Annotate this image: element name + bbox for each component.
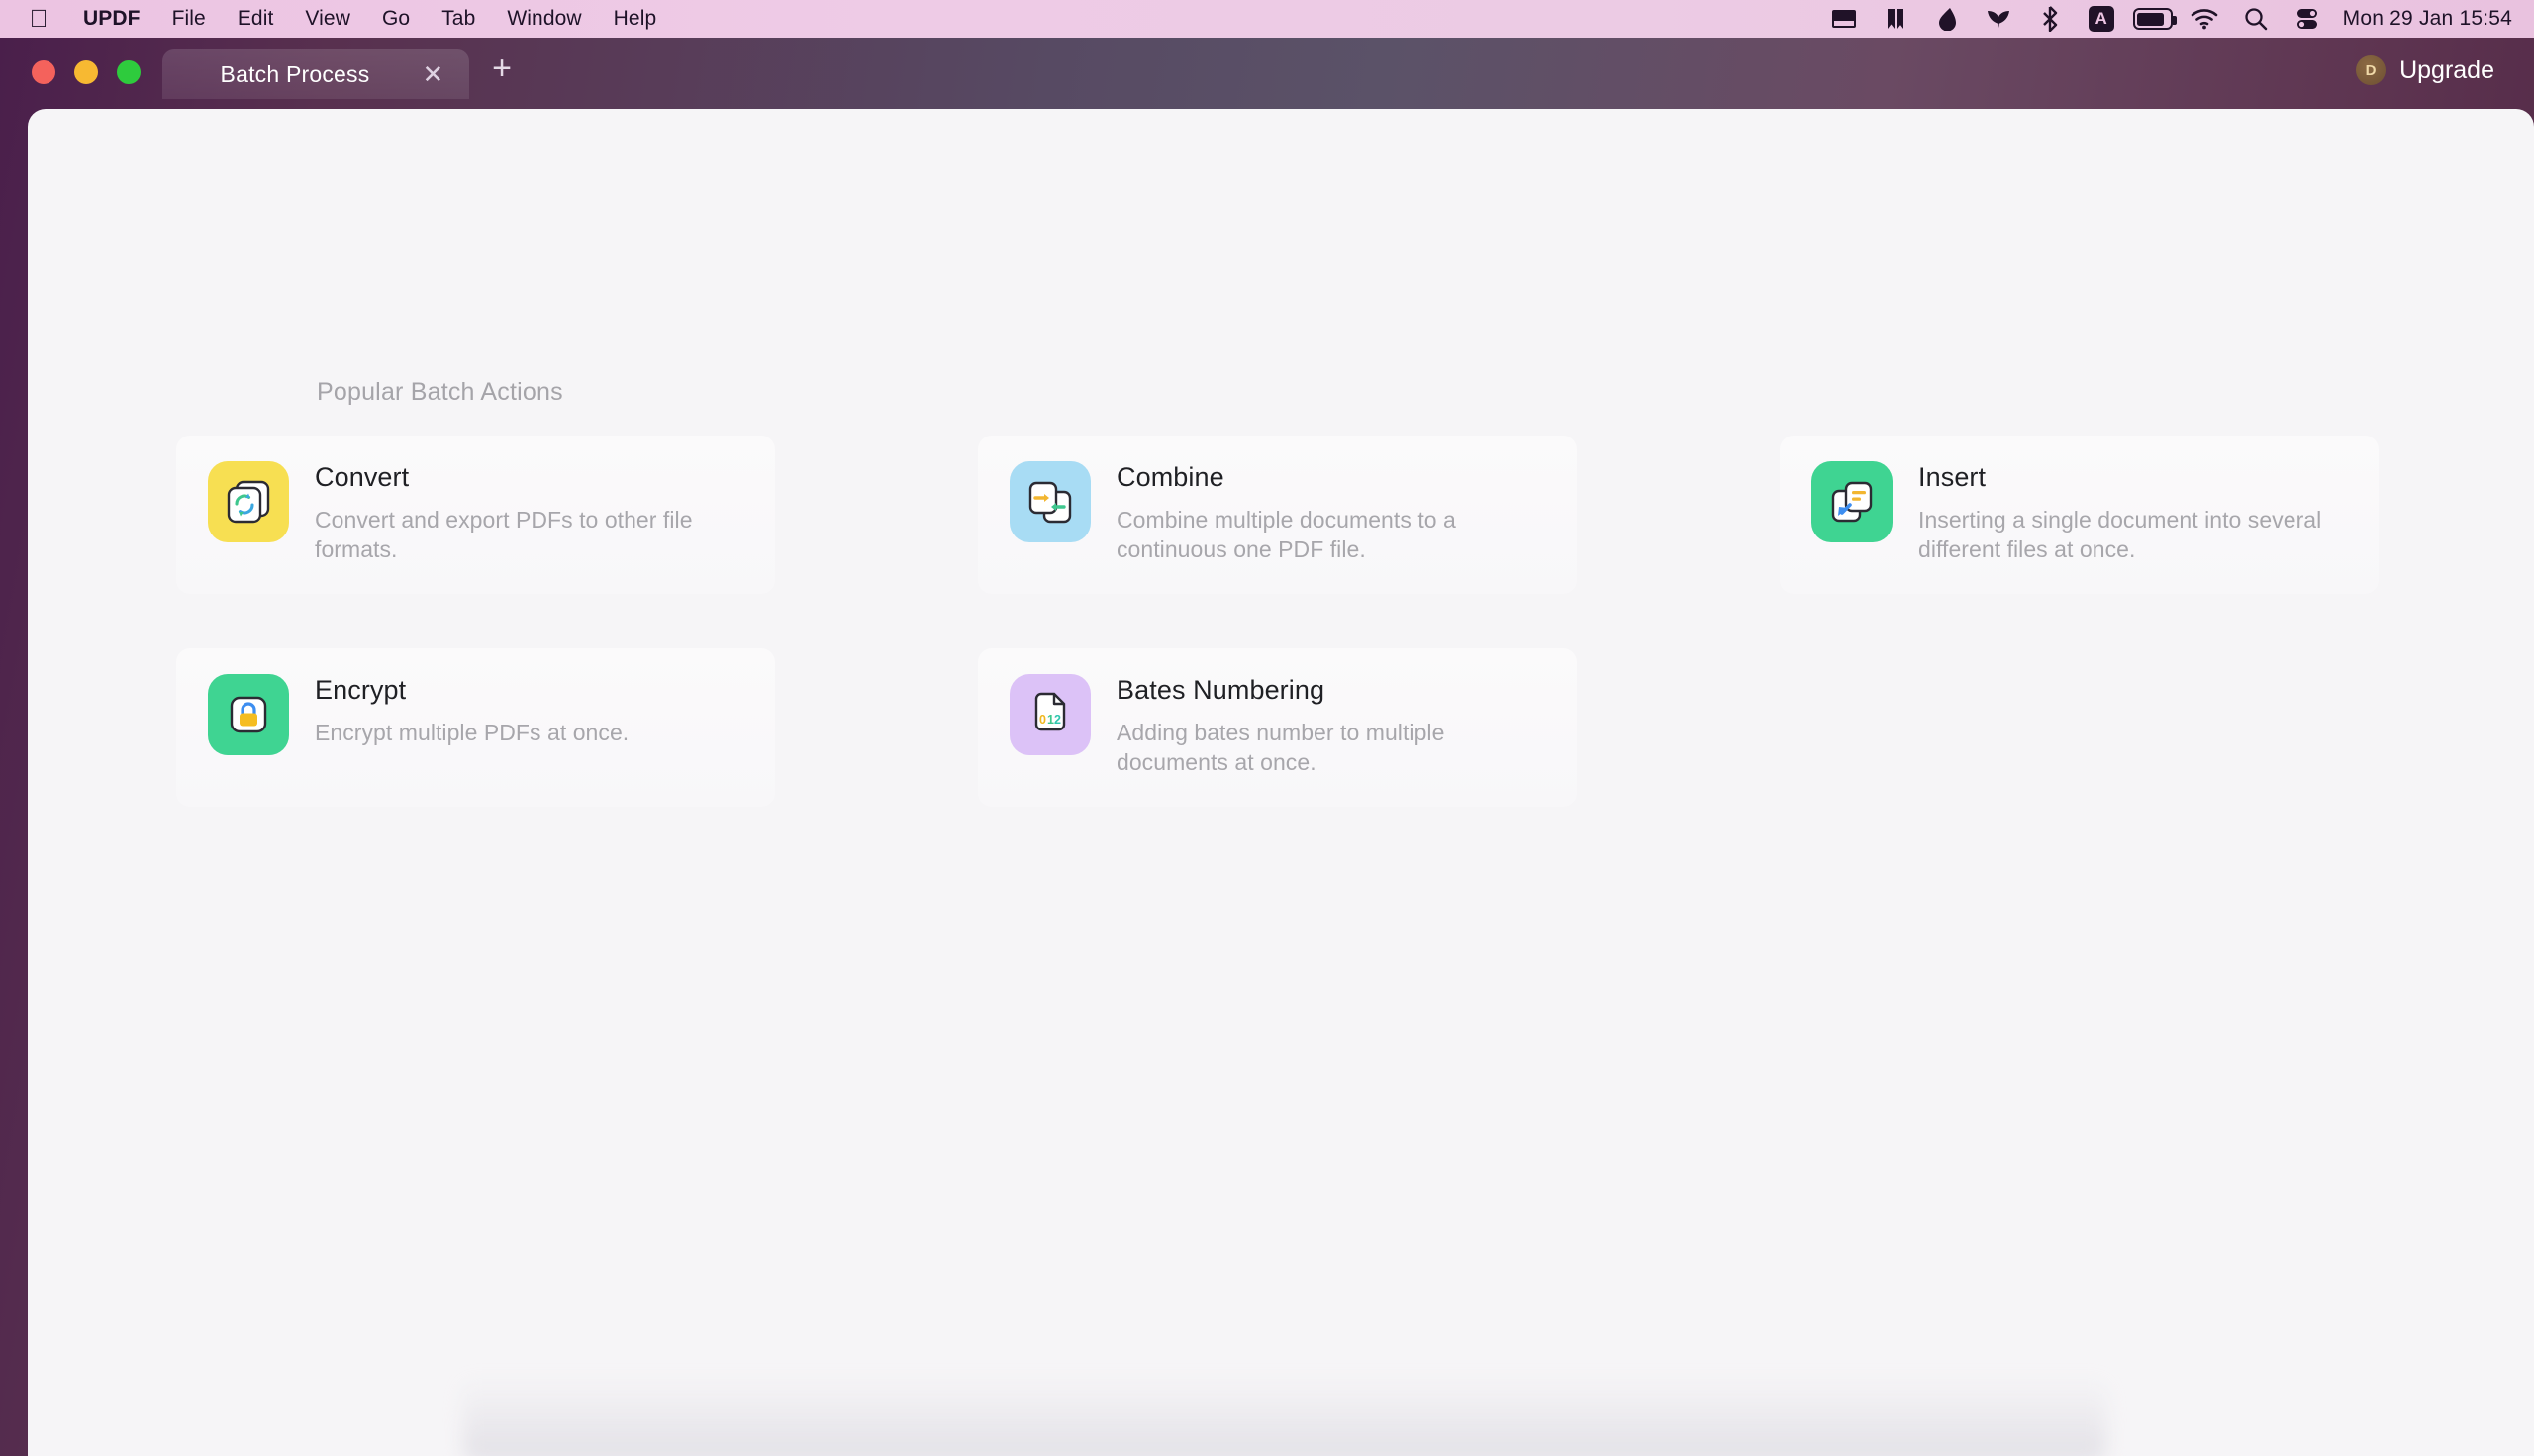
close-icon[interactable]: ✕ [413, 54, 452, 94]
svg-text:2: 2 [1054, 713, 1061, 727]
menu-item-file[interactable]: File [156, 0, 222, 38]
batch-action-card-bates-numbering[interactable]: 0 1 2 Bates Numbering Adding bates numbe… [978, 648, 1577, 807]
footer-toolbar-ghost [463, 1377, 2106, 1456]
macos-menubar:  UPDF File Edit View Go Tab Window Help… [0, 0, 2534, 38]
input-source-icon[interactable]: A [2076, 0, 2127, 38]
wifi-icon[interactable] [2179, 0, 2230, 38]
card-text: Convert Convert and export PDFs to other… [315, 461, 731, 565]
card-title: Combine [1117, 462, 1224, 492]
menubar-clock[interactable]: Mon 29 Jan 15:54 [2333, 0, 2512, 38]
menubar-left:  UPDF File Edit View Go Tab Window Help [0, 0, 672, 38]
svg-text:1: 1 [1047, 713, 1054, 727]
bookmark-icon[interactable] [1870, 0, 1921, 38]
menu-item-edit[interactable]: Edit [222, 0, 290, 38]
plus-icon[interactable]: + [475, 44, 529, 93]
card-text: Insert Inserting a single document into … [1918, 461, 2334, 565]
control-center-icon[interactable] [2282, 0, 2333, 38]
svg-text:0: 0 [1039, 713, 1046, 727]
keyboard-icon[interactable] [1818, 0, 1870, 38]
minimize-button[interactable] [74, 60, 98, 84]
card-title: Bates Numbering [1117, 675, 1325, 705]
card-description: Inserting a single document into several… [1918, 507, 2322, 563]
menu-item-updf[interactable]: UPDF [67, 0, 156, 38]
battery-icon[interactable] [2127, 0, 2179, 38]
card-description: Convert and export PDFs to other file fo… [315, 507, 693, 563]
bates-numbering-icon: 0 1 2 [1010, 674, 1091, 755]
close-button[interactable] [32, 60, 55, 84]
apple-logo-icon[interactable]:  [24, 4, 53, 34]
flow-icon[interactable] [1973, 0, 2024, 38]
tab-label: Batch Process [220, 60, 370, 87]
upgrade-label: Upgrade [2399, 55, 2494, 84]
menu-item-help[interactable]: Help [598, 0, 673, 38]
card-title: Convert [315, 462, 410, 492]
app-window: Batch Process ✕ + D Upgrade Popular Batc… [0, 38, 2534, 1456]
encrypt-icon [208, 674, 289, 755]
search-icon[interactable] [2230, 0, 2282, 38]
batch-action-card-encrypt[interactable]: Encrypt Encrypt multiple PDFs at once. [176, 648, 775, 807]
card-description: Combine multiple documents to a continuo… [1117, 507, 1456, 563]
section-title: Popular Batch Actions [317, 378, 563, 406]
menu-item-go[interactable]: Go [366, 0, 426, 38]
bluetooth-icon[interactable] [2024, 0, 2076, 38]
insert-icon [1811, 461, 1893, 542]
window-tabbar: Batch Process ✕ + D Upgrade [0, 38, 2534, 99]
card-title: Encrypt [315, 675, 407, 705]
card-title: Insert [1918, 462, 1987, 492]
menu-item-window[interactable]: Window [491, 0, 597, 38]
convert-icon [208, 461, 289, 542]
zoom-button[interactable] [117, 60, 141, 84]
input-source-letter: A [2088, 6, 2114, 32]
diamond-badge-icon: D [2356, 55, 2387, 85]
batch-action-card-insert[interactable]: Insert Inserting a single document into … [1780, 436, 2379, 594]
card-text: Bates Numbering Adding bates number to m… [1117, 674, 1532, 778]
card-text: Combine Combine multiple documents to a … [1117, 461, 1532, 565]
combine-icon [1010, 461, 1091, 542]
card-description: Encrypt multiple PDFs at once. [315, 720, 630, 745]
card-text: Encrypt Encrypt multiple PDFs at once. [315, 674, 629, 747]
card-description: Adding bates number to multiple document… [1117, 720, 1445, 776]
menu-item-tab[interactable]: Tab [426, 0, 491, 38]
batch-actions-grid: Convert Convert and export PDFs to other… [176, 436, 2494, 861]
batch-action-card-convert[interactable]: Convert Convert and export PDFs to other… [176, 436, 775, 594]
content-area: Popular Batch Actions Convert Convert an… [28, 109, 2534, 1456]
tab-batch-process[interactable]: Batch Process ✕ [162, 49, 469, 99]
menubar-status-area: A Mon 29 Jan 15:54 [1818, 0, 2534, 38]
batch-action-card-combine[interactable]: Combine Combine multiple documents to a … [978, 436, 1577, 594]
upgrade-button[interactable]: D Upgrade [2356, 55, 2534, 99]
menu-item-view[interactable]: View [289, 0, 366, 38]
droplet-icon[interactable] [1921, 0, 1973, 38]
window-controls [0, 60, 141, 99]
